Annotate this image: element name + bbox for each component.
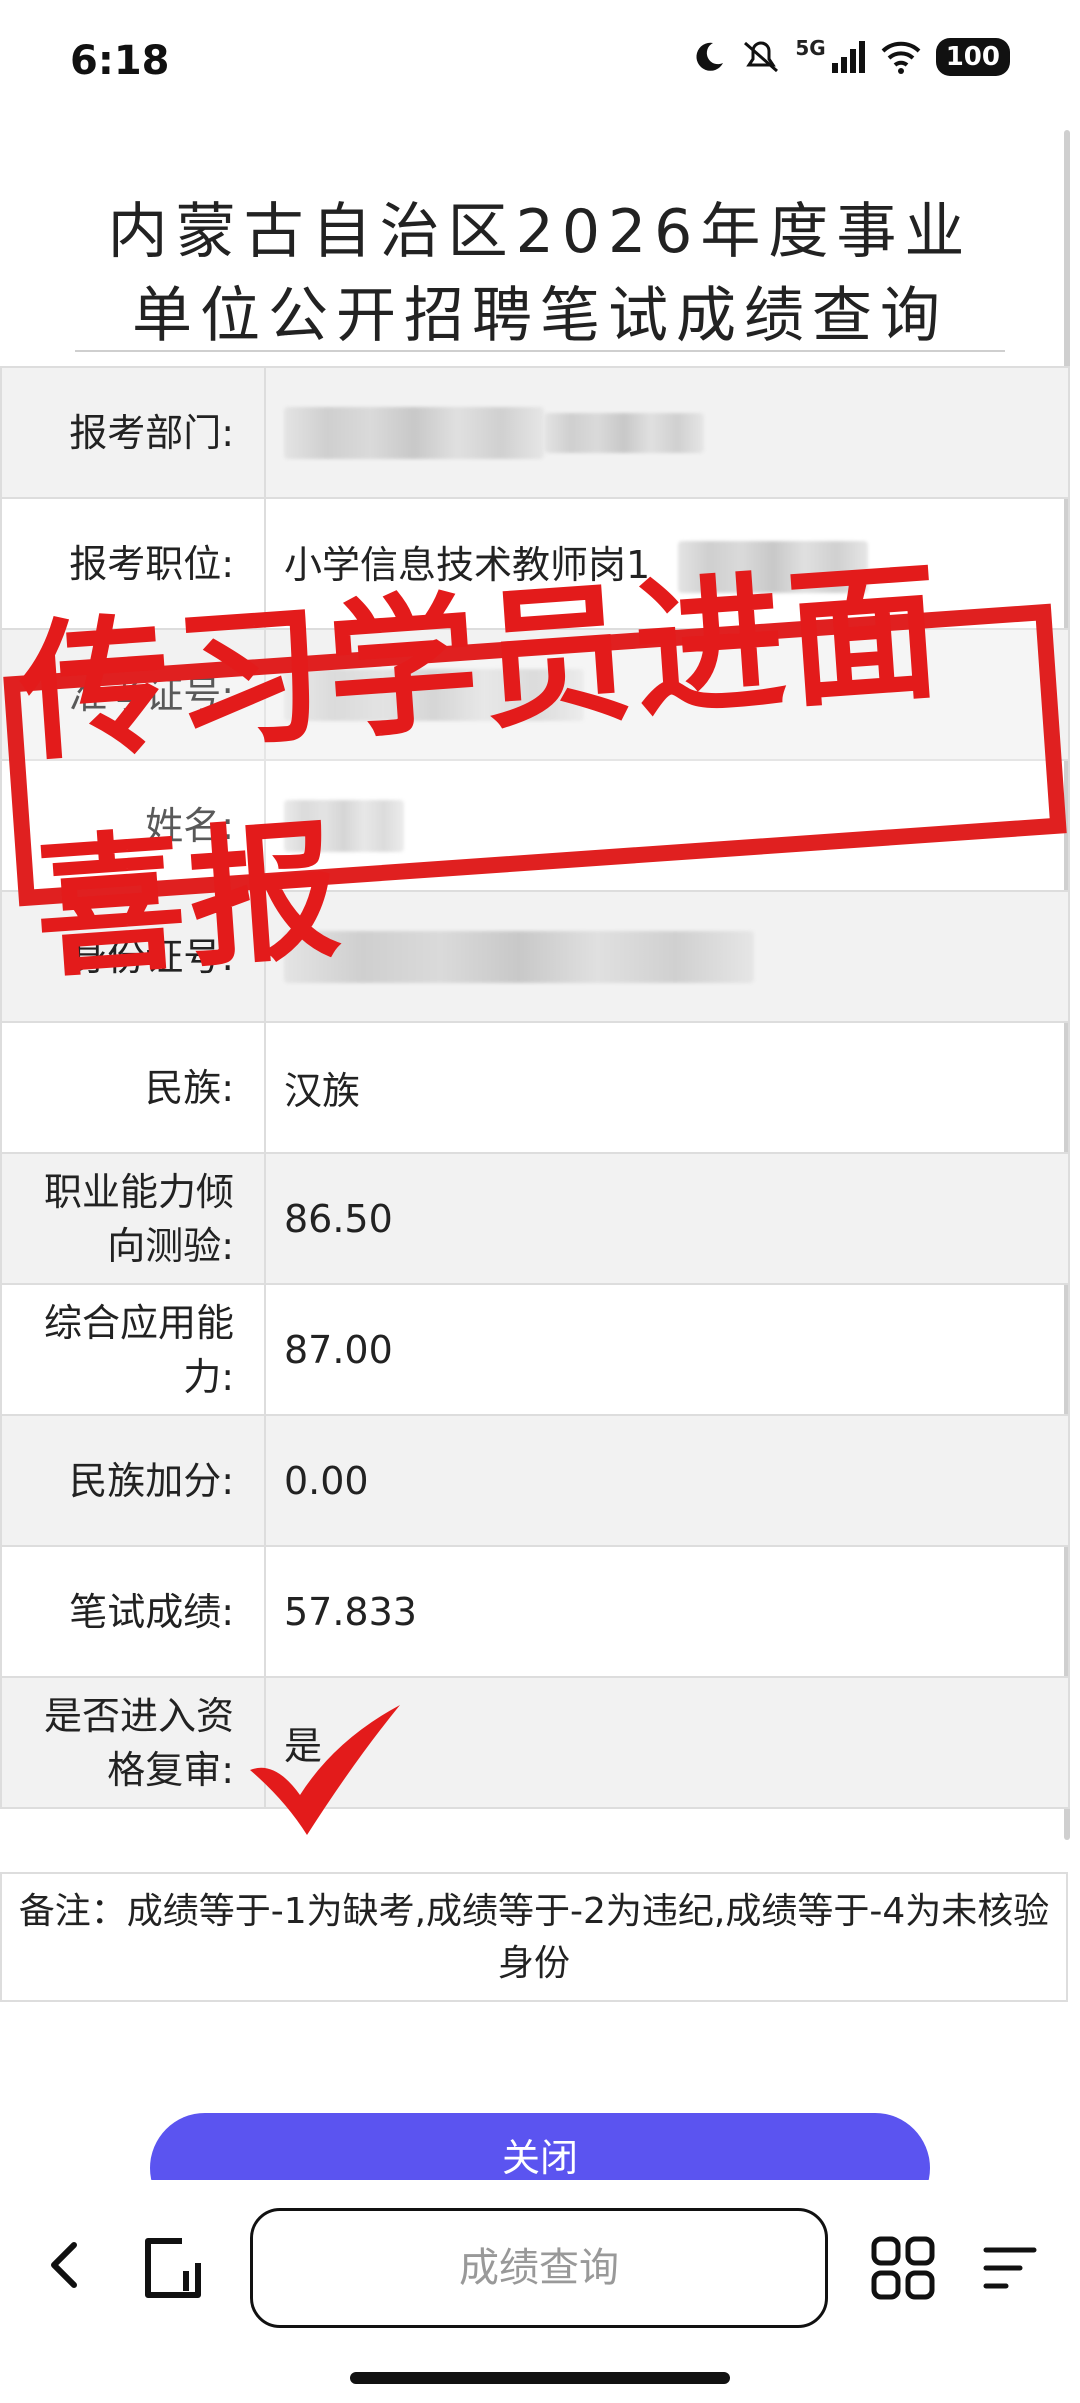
row-label: 民族: [0,1021,266,1154]
mute-icon [744,41,779,73]
back-icon[interactable] [40,2235,90,2295]
redacted-block [544,412,704,453]
browser-toolbar: 成绩查询 [0,2180,1080,2403]
table-row: 笔试成绩: 57.833 [0,1545,1070,1678]
tabs-icon[interactable] [138,2233,208,2303]
row-value: 汉族 [264,1021,1070,1154]
score-query-page: 内蒙古自治区2026年度事业 单位公开招聘笔试成绩查询 [0,130,1080,358]
row-value: 87.00 [264,1283,1070,1416]
row-value-redacted [264,366,1070,499]
page-title-line2: 单位公开招聘笔试成绩查询 [132,281,948,351]
menu-icon[interactable] [980,2238,1040,2298]
grid-icon[interactable] [870,2235,936,2301]
row-label: 职业能力倾向测验: [0,1152,266,1285]
status-bar: 6:18 5G 100 [0,0,1080,130]
table-row: 综合应用能力: 87.00 [0,1283,1070,1416]
page-title-line1: 内蒙古自治区2026年度事业 [107,197,973,267]
battery-indicator: 100 [935,38,1010,76]
row-value: 57.833 [264,1545,1070,1678]
title-divider [75,350,1005,352]
signal-icon [831,41,865,73]
network-label: 5G [795,36,826,60]
wifi-icon [881,41,921,74]
row-label: 综合应用能力: [0,1283,266,1416]
table-row: 报考部门: [0,366,1070,499]
page-title: 内蒙古自治区2026年度事业 单位公开招聘笔试成绩查询 [0,130,1080,358]
row-label: 是否进入资格复审: [0,1676,266,1809]
table-row: 民族: 汉族 [0,1021,1070,1154]
status-icons: 5G 100 [691,36,1010,76]
remark-note: 备注：成绩等于-1为缺考,成绩等于-2为违纪,成绩等于-4为未核验身份 [0,1872,1068,2002]
row-value: 0.00 [264,1414,1070,1547]
stamp-text: 传习学员进面喜报 [14,544,949,999]
row-label: 民族加分: [0,1414,266,1547]
home-indicator[interactable] [350,2372,730,2384]
row-label: 报考部门: [0,366,266,499]
table-row: 民族加分: 0.00 [0,1414,1070,1547]
status-time: 6:18 [70,38,170,84]
address-bar[interactable]: 成绩查询 [250,2208,828,2328]
table-row: 是否进入资格复审: 是 [0,1676,1070,1809]
table-row: 职业能力倾向测验: 86.50 [0,1152,1070,1285]
row-label: 笔试成绩: [0,1545,266,1678]
redacted-block [284,406,544,459]
stamp-overlay: 传习学员进面喜报 [3,544,1067,999]
moon-icon [696,42,724,71]
row-value: 86.50 [264,1152,1070,1285]
checkmark-icon [250,1705,400,1835]
